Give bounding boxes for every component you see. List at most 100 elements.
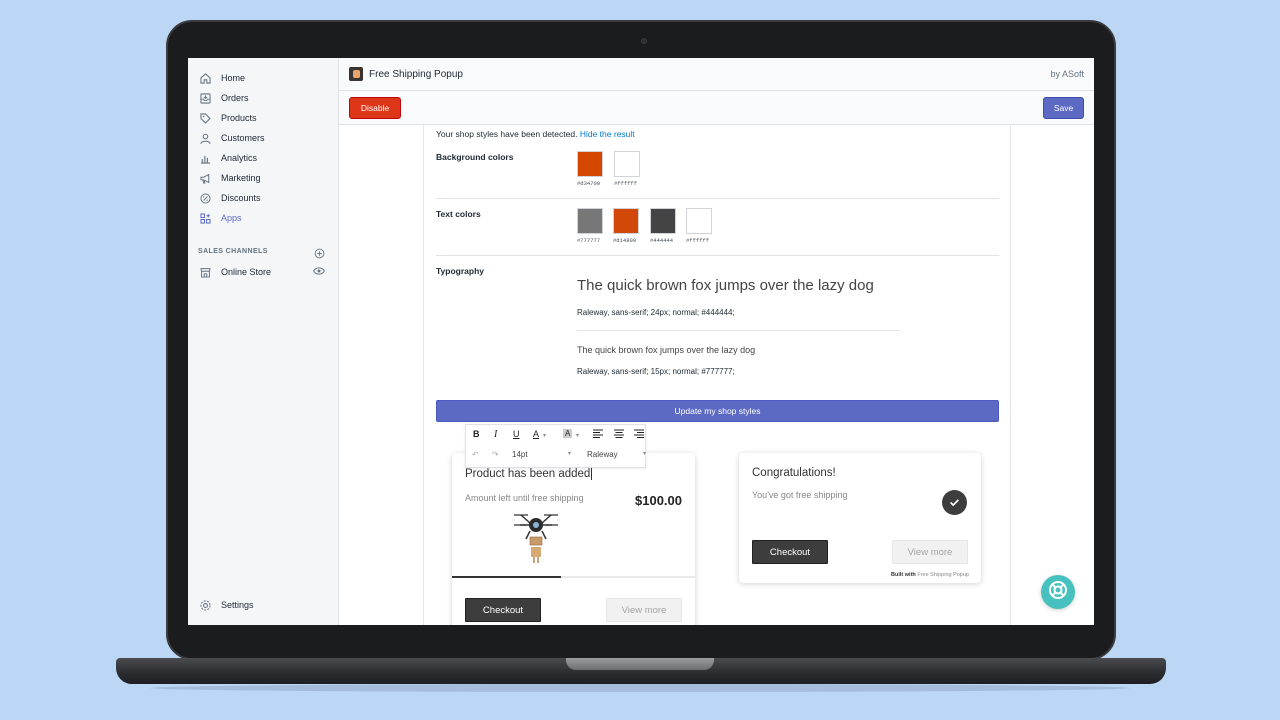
sidebar-item-customers[interactable]: Customers: [198, 129, 265, 147]
sidebar-item-settings[interactable]: Settings: [198, 596, 254, 614]
sidebar-item-label: Home: [221, 73, 246, 83]
divider: [577, 330, 900, 331]
popup-subtitle: Amount left until free shipping: [465, 493, 584, 503]
camera-icon: [641, 38, 647, 44]
built-with-name: Free Shipping Popup: [917, 572, 969, 578]
align-center-icon[interactable]: [614, 429, 624, 440]
popup-title-text: Product has been added: [465, 468, 591, 480]
hide-result-link[interactable]: Hide the result: [580, 129, 635, 139]
detection-text: Your shop styles have been detected.: [436, 129, 578, 139]
font-size-value: 14pt: [512, 450, 528, 459]
sidebar-item-discounts[interactable]: Discounts: [198, 189, 261, 207]
color-swatch-label: #d14809: [613, 237, 637, 244]
lifebuoy-icon: [1048, 580, 1068, 605]
color-swatch[interactable]: [686, 208, 712, 234]
sidebar-item-home[interactable]: Home: [198, 69, 245, 87]
laptop-base: [116, 658, 1166, 684]
help-button[interactable]: [1041, 575, 1075, 609]
sidebar-item-label: Orders: [221, 93, 249, 103]
color-swatch-label: #ffffff: [686, 237, 710, 244]
developer-credit: by ASoft: [1050, 69, 1084, 79]
bold-icon[interactable]: B: [473, 429, 480, 439]
app-title: Free Shipping Popup: [369, 69, 463, 80]
underline-icon[interactable]: U: [513, 429, 520, 439]
color-swatch-label: #777777: [577, 237, 601, 244]
color-swatch[interactable]: [613, 208, 639, 234]
view-more-button[interactable]: View more: [892, 540, 968, 564]
sidebar-item-orders[interactable]: Orders: [198, 89, 249, 107]
checkout-button[interactable]: Checkout: [752, 540, 828, 564]
amount-left: $100.00: [635, 493, 682, 508]
color-swatch[interactable]: [650, 208, 676, 234]
typography-sample-small: The quick brown fox jumps over the lazy …: [577, 345, 756, 355]
chevron-down-icon[interactable]: ▾: [543, 432, 546, 439]
align-left-icon[interactable]: [593, 429, 603, 440]
divider: [436, 198, 999, 199]
color-swatch[interactable]: [614, 151, 640, 177]
sidebar-item-analytics[interactable]: Analytics: [198, 149, 257, 167]
sidebar-item-apps[interactable]: Apps: [198, 209, 242, 227]
color-swatch[interactable]: [577, 151, 603, 177]
action-bar: Disable Save: [339, 91, 1094, 125]
sidebar-item-label: Settings: [221, 600, 254, 610]
text-editor-toolbar: B I U A ▾ A ▾ ↶ ↷ 14pt ▾ Raleway ▾: [465, 424, 646, 468]
congratulations-popup: Congratulations! You've got free shippin…: [739, 453, 981, 583]
color-swatch-label: #ffffff: [614, 180, 638, 187]
align-right-icon[interactable]: [634, 429, 644, 440]
orders-icon: [198, 91, 212, 105]
app-header: Free Shipping Popup by ASoft: [339, 58, 1094, 91]
redo-icon[interactable]: ↷: [492, 450, 499, 459]
sidebar-item-label: Products: [221, 113, 257, 123]
store-icon: [198, 265, 212, 279]
update-styles-button[interactable]: Update my shop styles: [436, 400, 999, 422]
typography-spec-small: Raleway, sans-serif; 15px; normal; #7777…: [577, 367, 735, 376]
italic-icon[interactable]: I: [494, 429, 497, 440]
background-colors-label: Background colors: [436, 152, 514, 162]
built-with-prefix: Built with: [891, 572, 916, 578]
laptop-shadow: [150, 684, 1130, 692]
font-family-select[interactable]: Raleway ▾: [587, 450, 646, 459]
popup-title: Congratulations!: [752, 467, 836, 479]
app-screen: Home Orders Products Customers Analytics…: [188, 58, 1094, 625]
undo-icon[interactable]: ↶: [472, 450, 479, 459]
popup-title[interactable]: Product has been added: [465, 468, 593, 480]
color-swatch[interactable]: [577, 208, 603, 234]
sidebar-item-label: Discounts: [221, 193, 261, 203]
sidebar: Home Orders Products Customers Analytics…: [188, 58, 339, 625]
view-more-button[interactable]: View more: [606, 598, 682, 622]
typography-label: Typography: [436, 266, 485, 276]
chevron-down-icon: ▾: [643, 451, 647, 457]
drone-image: [514, 514, 558, 563]
eye-icon[interactable]: [313, 265, 325, 279]
font-size-select[interactable]: 14pt ▾: [512, 450, 571, 459]
megaphone-icon: [198, 171, 212, 185]
sidebar-item-label: Customers: [221, 133, 265, 143]
product-added-popup: Product has been added Amount left until…: [452, 453, 695, 625]
sidebar-item-marketing[interactable]: Marketing: [198, 169, 261, 187]
detection-message: Your shop styles have been detected. Hid…: [436, 129, 635, 139]
font-family-value: Raleway: [587, 450, 618, 459]
shipping-progress-bar: [452, 576, 695, 578]
chevron-down-icon[interactable]: ▾: [576, 432, 579, 439]
typography-sample-large: The quick brown fox jumps over the lazy …: [577, 277, 874, 294]
add-channel-icon[interactable]: [314, 246, 325, 259]
gear-icon: [198, 598, 212, 612]
sales-channels-heading: SALES CHANNELS: [198, 248, 268, 255]
text-color-icon[interactable]: A: [533, 429, 539, 439]
sidebar-item-products[interactable]: Products: [198, 109, 257, 127]
color-swatch-label: #444444: [650, 237, 674, 244]
apps-icon: [198, 211, 212, 225]
checkmark-icon: [942, 490, 967, 515]
highlight-color-icon[interactable]: A: [563, 429, 573, 438]
text-colors-label: Text colors: [436, 209, 481, 219]
tag-icon: [198, 111, 212, 125]
sidebar-item-online-store[interactable]: Online Store: [198, 263, 328, 281]
save-button[interactable]: Save: [1043, 97, 1084, 119]
built-with-credit[interactable]: Built with Free Shipping Popup: [891, 572, 969, 578]
chevron-down-icon: ▾: [568, 451, 572, 457]
home-icon: [198, 71, 212, 85]
sidebar-item-label: Online Store: [221, 267, 272, 277]
disable-button[interactable]: Disable: [349, 97, 401, 119]
divider: [436, 255, 999, 256]
checkout-button[interactable]: Checkout: [465, 598, 541, 622]
